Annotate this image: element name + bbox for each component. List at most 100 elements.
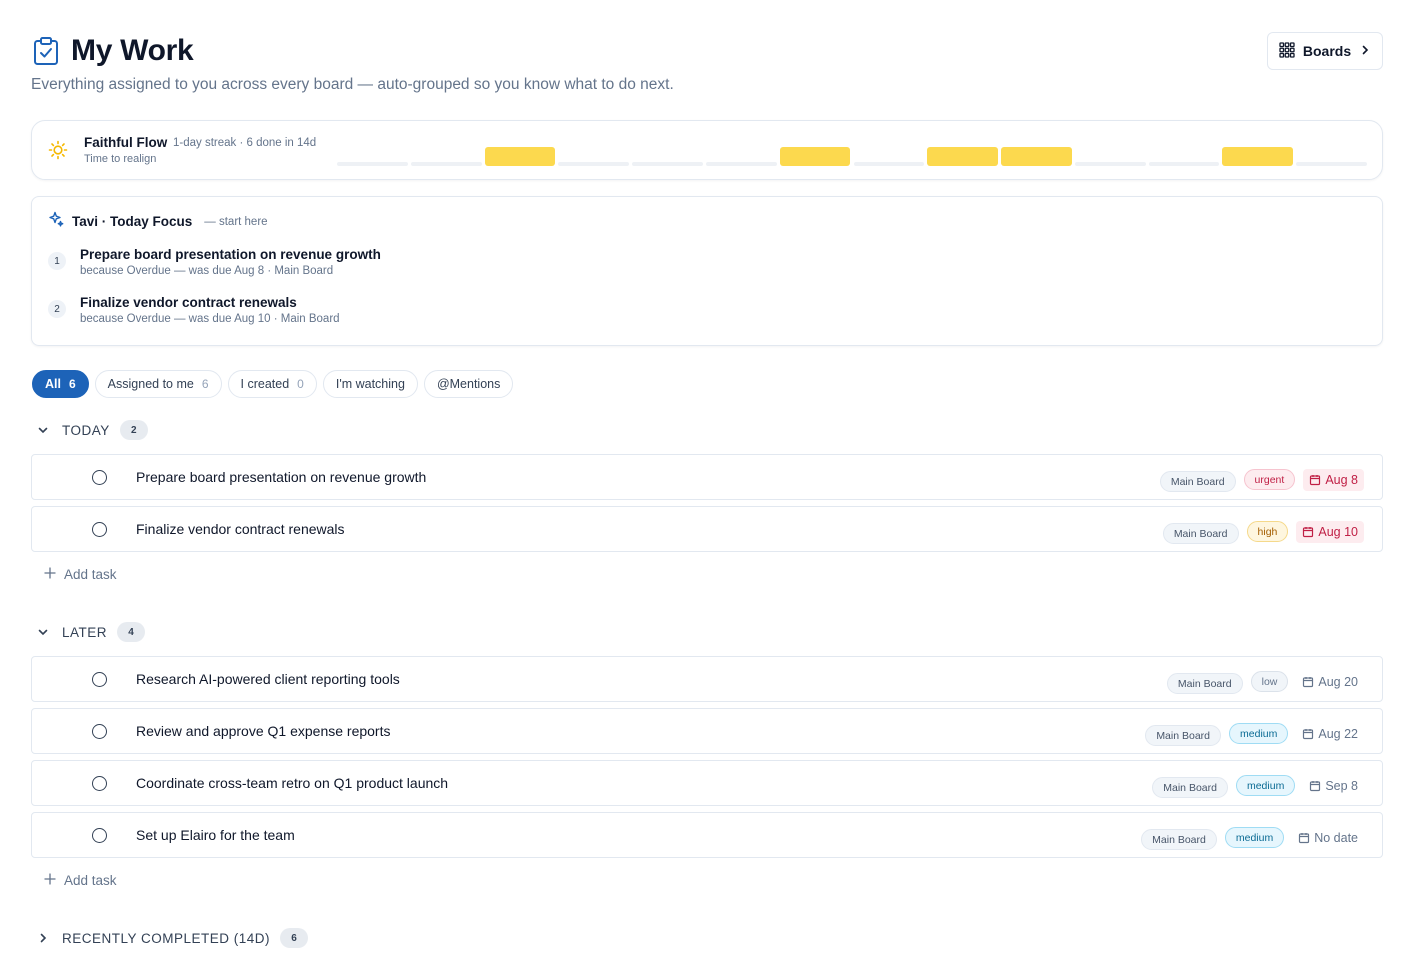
- filter-label: I'm watching: [335, 377, 405, 391]
- focus-hint: — start here: [204, 215, 268, 228]
- activity-bar-active: [779, 147, 851, 166]
- group-count: 4: [117, 622, 146, 642]
- activity-bar-idle: [705, 162, 777, 166]
- page-header: My Work Everything assigned to you acros…: [31, 32, 1383, 94]
- filter-count: 6: [68, 377, 76, 391]
- activity-bar-active: [1001, 147, 1072, 166]
- chevron-down-icon: [36, 625, 50, 639]
- board-badge: Main Board: [1152, 777, 1228, 798]
- filter-count: 6: [201, 377, 209, 391]
- due-date: Aug 22: [1296, 723, 1364, 745]
- group-label: LATER: [62, 624, 108, 640]
- group-header-later[interactable]: LATER 4: [36, 622, 146, 642]
- focus-item[interactable]: 2 Finalize vendor contract renewals beca…: [48, 295, 340, 325]
- task-title: Prepare board presentation on revenue gr…: [136, 469, 427, 485]
- board-badge: Main Board: [1166, 673, 1243, 694]
- task-title: Research AI-powered client reporting too…: [136, 671, 400, 687]
- task-row[interactable]: Prepare board presentation on revenue gr…: [31, 454, 1383, 500]
- today-focus-card: Tavi · Today Focus — start here 1 Prepar…: [31, 196, 1383, 346]
- page-title: My Work: [71, 34, 194, 67]
- chevron-right-icon: [1359, 43, 1371, 59]
- activity-bar-idle: [1148, 162, 1220, 166]
- task-row[interactable]: Coordinate cross-team retro on Q1 produc…: [31, 760, 1383, 806]
- group-count: 6: [280, 928, 309, 948]
- chevron-down-icon: [36, 423, 50, 437]
- filter-tabs: All 6 Assigned to me 6 I created 0 I'm w…: [32, 370, 514, 398]
- focus-item-number: 2: [48, 300, 66, 318]
- task-title: Finalize vendor contract renewals: [136, 521, 345, 537]
- group-header-completed[interactable]: RECENTLY COMPLETED (14D) 6: [36, 928, 309, 948]
- activity-bar-active: [927, 147, 999, 166]
- group-label: RECENTLY COMPLETED (14D): [62, 930, 271, 946]
- filter-label: Assigned to me: [107, 377, 194, 391]
- activity-bar-idle: [853, 162, 925, 166]
- calendar-icon: [1299, 832, 1310, 843]
- task-checkbox[interactable]: [92, 776, 107, 791]
- task-checkbox[interactable]: [92, 724, 107, 739]
- filter-watching[interactable]: I'm watching: [322, 370, 418, 398]
- task-row[interactable]: Set up Elairo for the team Main Board me…: [31, 812, 1383, 858]
- calendar-icon: [1303, 526, 1314, 537]
- filter-all[interactable]: All 6: [32, 370, 89, 398]
- board-badge: Main Board: [1159, 471, 1236, 492]
- due-date: Sep 8: [1303, 775, 1364, 797]
- group-label: TODAY: [62, 422, 110, 438]
- boards-button-label: Boards: [1302, 43, 1352, 59]
- calendar-icon: [1310, 780, 1321, 791]
- focus-title: Tavi · Today Focus: [72, 214, 193, 229]
- task-row[interactable]: Research AI-powered client reporting too…: [31, 656, 1383, 702]
- boards-button[interactable]: Boards: [1267, 32, 1383, 70]
- priority-badge: medium: [1224, 827, 1285, 848]
- group-count: 2: [119, 420, 148, 440]
- plus-icon: [44, 567, 56, 582]
- filter-label: I created: [240, 377, 290, 391]
- focus-item-title: Prepare board presentation on revenue gr…: [80, 247, 381, 262]
- task-title: Set up Elairo for the team: [136, 827, 295, 843]
- activity-bar-active: [1222, 147, 1294, 166]
- activity-bar-idle: [1074, 162, 1146, 166]
- task-row[interactable]: Finalize vendor contract renewals Main B…: [31, 506, 1383, 552]
- plus-icon: [44, 873, 56, 888]
- activity-bar-active: [484, 147, 556, 166]
- due-date-text: Aug 8: [1325, 472, 1358, 487]
- task-title: Coordinate cross-team retro on Q1 produc…: [136, 775, 449, 791]
- add-task-label: Add task: [64, 567, 117, 582]
- priority-badge: medium: [1235, 775, 1296, 796]
- group-header-today[interactable]: TODAY 2: [36, 420, 148, 440]
- focus-item-reason: because Overdue — was due Aug 8 · Main B…: [80, 265, 334, 277]
- filter-i-created[interactable]: I created 0: [227, 370, 317, 398]
- flow-subtitle: Time to realign: [84, 153, 157, 165]
- add-task-button[interactable]: Add task: [44, 567, 117, 582]
- calendar-icon: [1303, 728, 1314, 739]
- task-checkbox[interactable]: [92, 828, 107, 843]
- task-row[interactable]: Review and approve Q1 expense reports Ma…: [31, 708, 1383, 754]
- board-badge: Main Board: [1145, 725, 1222, 746]
- focus-item-number: 1: [48, 252, 66, 270]
- due-date-text: Aug 10: [1318, 524, 1358, 539]
- task-checkbox[interactable]: [92, 470, 107, 485]
- board-badge: Main Board: [1162, 523, 1239, 544]
- chevron-right-icon: [36, 931, 50, 945]
- filter-label: All: [45, 377, 61, 391]
- activity-bar-idle: [410, 162, 482, 166]
- calendar-icon: [1310, 474, 1321, 485]
- focus-item[interactable]: 1 Prepare board presentation on revenue …: [48, 247, 381, 277]
- add-task-button[interactable]: Add task: [44, 873, 117, 888]
- activity-bars: [337, 143, 1367, 167]
- task-checkbox[interactable]: [92, 672, 107, 687]
- due-date: Aug 10: [1296, 520, 1364, 543]
- focus-item-title: Finalize vendor contract renewals: [80, 295, 297, 310]
- filter-count: 0: [297, 377, 304, 391]
- sparkle-icon: [48, 211, 64, 232]
- filter-label: @Mentions: [436, 377, 501, 391]
- sun-icon: [48, 140, 68, 160]
- flow-meta: 1-day streak · 6 done in 14d: [173, 137, 317, 149]
- priority-badge: high: [1246, 521, 1289, 542]
- filter-mentions[interactable]: @Mentions: [423, 370, 514, 398]
- activity-bar-idle: [337, 162, 408, 166]
- task-checkbox[interactable]: [92, 522, 107, 537]
- activity-bar-idle: [558, 162, 630, 166]
- flow-name: Faithful Flow: [84, 135, 168, 150]
- calendar-icon: [1303, 676, 1314, 687]
- filter-assigned-to-me[interactable]: Assigned to me 6: [94, 370, 222, 398]
